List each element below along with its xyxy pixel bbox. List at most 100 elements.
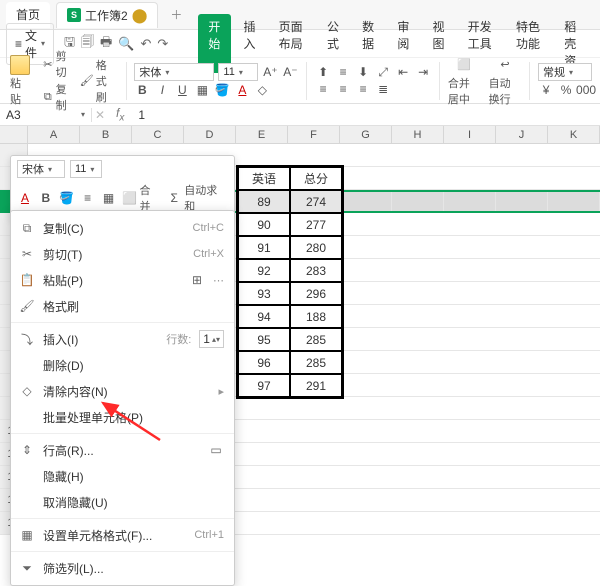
table-header[interactable]: 英语 bbox=[238, 167, 290, 190]
align-middle-icon[interactable]: ≡ bbox=[335, 64, 351, 80]
table-cell[interactable]: 93 bbox=[238, 282, 290, 305]
formula-input[interactable]: 1 bbox=[132, 108, 151, 122]
table-cell[interactable]: 94 bbox=[238, 305, 290, 328]
font-size-combo[interactable]: 11▾ bbox=[218, 63, 258, 81]
cut-button[interactable]: ✂剪切 bbox=[42, 48, 72, 80]
underline-icon[interactable]: U bbox=[174, 82, 190, 98]
print-preview-icon[interactable]: 🔍 bbox=[118, 36, 134, 52]
ctx-batch[interactable]: 批量处理单元格(P) bbox=[11, 404, 234, 430]
border-icon[interactable]: ▦ bbox=[194, 82, 210, 98]
select-all-corner[interactable] bbox=[0, 126, 28, 143]
table-cell[interactable]: 283 bbox=[290, 259, 342, 282]
align-top-icon[interactable]: ⬆ bbox=[315, 64, 331, 80]
number-format-combo[interactable]: 常规▾ bbox=[538, 63, 592, 81]
col-header[interactable]: D bbox=[184, 126, 236, 143]
wrap-icon: ↩ bbox=[495, 55, 515, 75]
col-header[interactable]: G bbox=[340, 126, 392, 143]
mini-font-color-icon[interactable]: A bbox=[17, 190, 33, 206]
justify-icon[interactable]: ≣ bbox=[375, 81, 391, 97]
tab-home-label: 首页 bbox=[16, 6, 40, 23]
table-cell[interactable]: 91 bbox=[238, 236, 290, 259]
percent-icon[interactable]: % bbox=[558, 82, 574, 98]
print-icon[interactable]: 🖶 bbox=[100, 33, 112, 55]
fx-icon[interactable]: fx bbox=[108, 106, 132, 123]
col-header[interactable]: C bbox=[132, 126, 184, 143]
new-tab-button[interactable]: ＋ bbox=[164, 3, 188, 27]
fx-cancel-icon[interactable]: ✕ bbox=[92, 107, 108, 123]
table-header[interactable]: 总分 bbox=[290, 167, 342, 190]
align-right-icon[interactable]: ≡ bbox=[355, 81, 371, 97]
table-cell[interactable]: 90 bbox=[238, 213, 290, 236]
decrease-font-icon[interactable]: A⁻ bbox=[282, 64, 298, 80]
table-cell[interactable]: 291 bbox=[290, 374, 342, 397]
mini-bold-icon[interactable]: B bbox=[38, 190, 54, 206]
indent-right-icon[interactable]: ⇥ bbox=[415, 64, 431, 80]
increase-font-icon[interactable]: A⁺ bbox=[262, 64, 278, 80]
table-cell[interactable]: 285 bbox=[290, 328, 342, 351]
col-header[interactable]: E bbox=[236, 126, 288, 143]
ctx-paste[interactable]: 📋粘贴(P)⊞⋯ bbox=[11, 267, 234, 293]
format-painter-button[interactable]: 🖌格式刷 bbox=[80, 57, 118, 105]
dialog-icon: ▭ bbox=[208, 442, 224, 458]
ctx-filter[interactable]: ⏷筛选列(L)... bbox=[11, 555, 234, 581]
col-header[interactable]: H bbox=[392, 126, 444, 143]
indent-left-icon[interactable]: ⇤ bbox=[395, 64, 411, 80]
col-header[interactable]: K bbox=[548, 126, 600, 143]
col-header[interactable]: B bbox=[80, 126, 132, 143]
ctx-format-cells[interactable]: ▦设置单元格格式(F)...Ctrl+1 bbox=[11, 522, 234, 548]
ctx-row-height[interactable]: ⇕行高(R)...▭ bbox=[11, 437, 234, 463]
table-cell[interactable]: 96 bbox=[238, 351, 290, 374]
col-header[interactable]: A bbox=[28, 126, 80, 143]
ctx-insert[interactable]: ⤵插入(I)行数:1▴▾ bbox=[11, 326, 234, 352]
ctx-delete[interactable]: 删除(D) bbox=[11, 352, 234, 378]
paste-options-icon[interactable]: ⊞ bbox=[189, 272, 205, 288]
mini-size-combo[interactable]: 11▾ bbox=[70, 160, 102, 178]
align-bottom-icon[interactable]: ⬇ bbox=[355, 64, 371, 80]
font-name-combo[interactable]: 宋体▾ bbox=[134, 63, 214, 81]
sigma-icon: Σ bbox=[166, 190, 182, 206]
table-cell[interactable]: 89 bbox=[238, 190, 290, 213]
merge-center-button[interactable]: ⬜ 合并居中 bbox=[448, 55, 481, 107]
table-cell[interactable]: 92 bbox=[238, 259, 290, 282]
table-cell[interactable]: 296 bbox=[290, 282, 342, 305]
name-box[interactable]: A3▾ bbox=[0, 108, 92, 122]
table-cell[interactable]: 280 bbox=[290, 236, 342, 259]
mini-fill-icon[interactable]: 🪣 bbox=[59, 190, 75, 206]
ctx-hide[interactable]: 隐藏(H) bbox=[11, 463, 234, 489]
align-center-icon[interactable]: ≡ bbox=[335, 81, 351, 97]
italic-icon[interactable]: I bbox=[154, 82, 170, 98]
table-cell[interactable]: 97 bbox=[238, 374, 290, 397]
undo-icon[interactable]: ↶ bbox=[141, 36, 152, 52]
ctx-clear[interactable]: ◇清除内容(N)▸ bbox=[11, 378, 234, 404]
mini-align-icon[interactable]: ≡ bbox=[80, 190, 96, 206]
mini-border-icon[interactable]: ▦ bbox=[101, 190, 117, 206]
col-header[interactable]: J bbox=[496, 126, 548, 143]
comma-icon[interactable]: 000 bbox=[578, 82, 594, 98]
ctx-copy[interactable]: ⧉复制(C)Ctrl+C bbox=[11, 215, 234, 241]
font-color-icon[interactable]: A bbox=[234, 82, 250, 98]
table-cell[interactable]: 274 bbox=[290, 190, 342, 213]
align-left-icon[interactable]: ≡ bbox=[315, 81, 331, 97]
fill-color-icon[interactable]: 🪣 bbox=[214, 82, 230, 98]
ctx-unhide[interactable]: 取消隐藏(U) bbox=[11, 489, 234, 515]
paste-button[interactable]: 粘贴 bbox=[6, 53, 34, 109]
merge-icon: ⬜ bbox=[122, 190, 138, 206]
table-cell[interactable]: 188 bbox=[290, 305, 342, 328]
orientation-icon[interactable]: ⤢ bbox=[375, 64, 391, 80]
ctx-cut[interactable]: ✂剪切(T)Ctrl+X bbox=[11, 241, 234, 267]
bold-icon[interactable]: B bbox=[134, 82, 150, 98]
currency-icon[interactable]: ¥ bbox=[538, 82, 554, 98]
ctx-format-painter[interactable]: 🖌格式刷 bbox=[11, 293, 234, 319]
table-cell[interactable]: 285 bbox=[290, 351, 342, 374]
save-as-icon[interactable]: 🗐 bbox=[81, 33, 94, 55]
insert-rows-spinner[interactable]: 1▴▾ bbox=[199, 330, 224, 348]
wrap-text-button[interactable]: ↩ 自动换行 bbox=[489, 55, 522, 107]
col-header[interactable]: F bbox=[288, 126, 340, 143]
table-cell[interactable]: 95 bbox=[238, 328, 290, 351]
clear-format-icon[interactable]: ◇ bbox=[254, 82, 270, 98]
col-header[interactable]: I bbox=[444, 126, 496, 143]
mini-font-combo[interactable]: 宋体▾ bbox=[17, 160, 65, 178]
redo-icon[interactable]: ↷ bbox=[157, 36, 168, 52]
table-cell[interactable]: 277 bbox=[290, 213, 342, 236]
tab-document[interactable]: S 工作簿2 ⬤ bbox=[56, 2, 158, 28]
